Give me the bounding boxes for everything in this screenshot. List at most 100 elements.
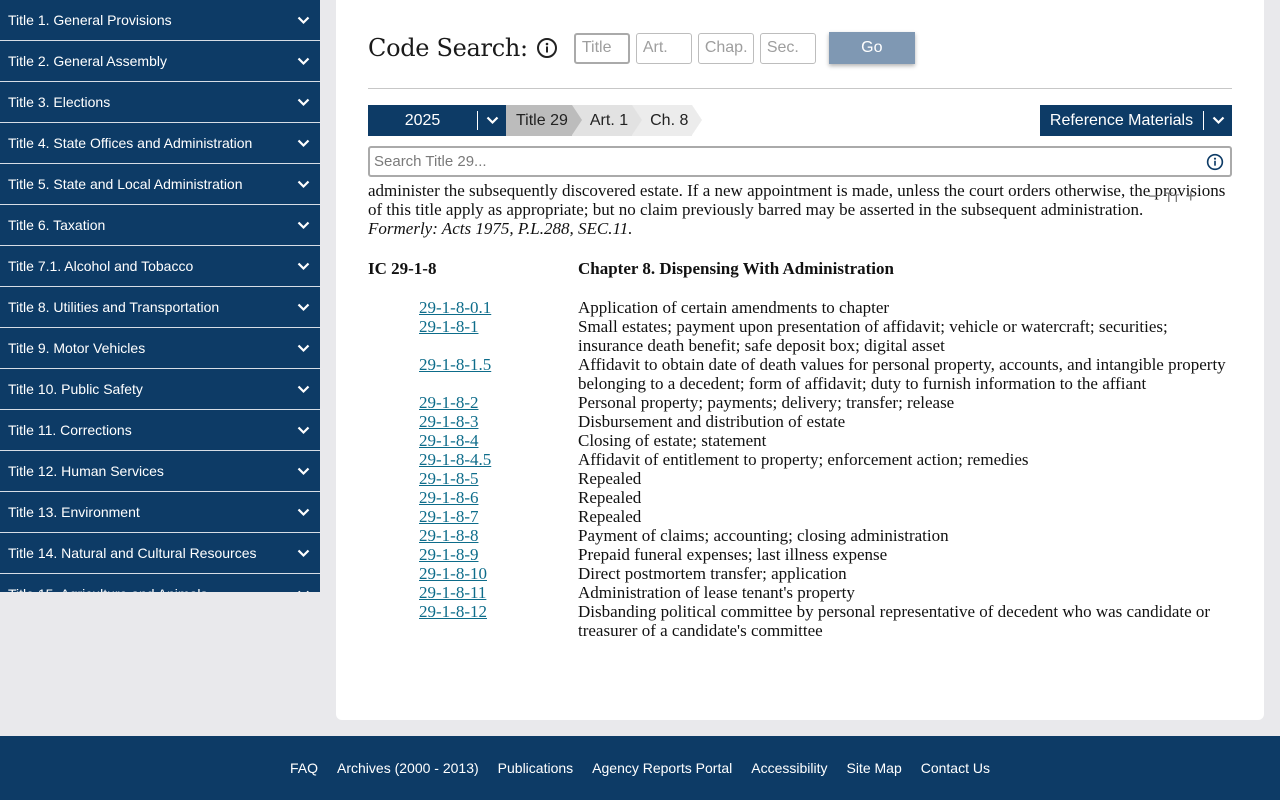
sidebar-item-title[interactable]: Title 15. Agriculture and Animals: [0, 574, 320, 592]
info-icon[interactable]: [1206, 153, 1224, 171]
sidebar-item-label: Title 15. Agriculture and Animals: [8, 586, 207, 592]
section-number-cell: 29-1-8-3: [368, 412, 578, 431]
sidebar-item-title[interactable]: Title 12. Human Services: [0, 451, 320, 492]
section-description: Application of certain amendments to cha…: [578, 298, 890, 317]
footer-link[interactable]: Publications: [498, 760, 574, 776]
footer-link[interactable]: Accessibility: [751, 760, 827, 776]
sidebar-item-label: Title 5. State and Local Administration: [8, 176, 243, 192]
section-description: Affidavit of entitlement to property; en…: [578, 450, 1029, 469]
sidebar-item-label: Title 11. Corrections: [8, 422, 132, 438]
section-link[interactable]: 29-1-8-4.5: [419, 450, 491, 469]
section-number-input[interactable]: [759, 32, 816, 64]
section-link[interactable]: 29-1-8-3: [419, 412, 478, 431]
section-link[interactable]: 29-1-8-7: [419, 507, 478, 526]
section-link[interactable]: 29-1-8-9: [419, 545, 478, 564]
section-number-cell: 29-1-8-5: [368, 469, 578, 488]
sidebar-item-title[interactable]: Title 13. Environment: [0, 492, 320, 533]
sidebar-item-title[interactable]: Title 4. State Offices and Administratio…: [0, 123, 320, 164]
section-link[interactable]: 29-1-8-5: [419, 469, 478, 488]
section-link[interactable]: 29-1-8-0.1: [419, 298, 491, 317]
divider: [368, 88, 1232, 89]
footer-link[interactable]: Agency Reports Portal: [592, 760, 732, 776]
section-row: 29-1-8-0.1 Application of certain amendme…: [368, 298, 1232, 317]
reference-materials-label: Reference Materials: [1049, 111, 1194, 129]
section-link[interactable]: 29-1-8-2: [419, 393, 478, 412]
section-row: 29-1-8-12 Disbanding political committee …: [368, 602, 1232, 640]
section-description: Disbanding political committee by person…: [578, 602, 1211, 640]
sidebar-item-title[interactable]: Title 6. Taxation: [0, 205, 320, 246]
section-description: Direct postmortem transfer; application: [578, 564, 847, 583]
code-search-bar: Code Search: Go: [368, 32, 915, 64]
sidebar-item-label: Title 14. Natural and Cultural Resources: [8, 545, 257, 561]
chapter-title: Chapter 8. Dispensing With Administratio…: [578, 259, 894, 278]
section-link[interactable]: 29-1-8-12: [419, 602, 487, 621]
sidebar-item-label: Title 10. Public Safety: [8, 381, 143, 397]
sidebar-item-title[interactable]: Title 7.1. Alcohol and Tobacco: [0, 246, 320, 287]
section-row: 29-1-8-8 Payment of claims; accounting; c…: [368, 526, 1232, 545]
info-icon[interactable]: [536, 37, 558, 59]
section-row: 29-1-8-7 Repealed: [368, 507, 1232, 526]
increase-font-icon[interactable]: +: [1185, 186, 1196, 207]
formerly-note: Formerly: Acts 1975, P.L.288, SEC.11.: [368, 219, 633, 238]
section-number-cell: 29-1-8-6: [368, 488, 578, 507]
article-number-input[interactable]: [635, 32, 692, 64]
section-number-cell: 29-1-8-1: [368, 317, 578, 355]
section-row: 29-1-8-1 Small estates; payment upon pres…: [368, 317, 1232, 355]
sidebar-item-title[interactable]: Title 14. Natural and Cultural Resources: [0, 533, 320, 574]
chevron-down-icon: [296, 259, 310, 273]
section-link[interactable]: 29-1-8-8: [419, 526, 478, 545]
chapter-code: IC 29-1-8: [368, 259, 437, 278]
title-number-input[interactable]: [573, 32, 630, 64]
section-description: Small estates; payment upon presentation…: [578, 317, 1168, 355]
sidebar-item-title[interactable]: Title 10. Public Safety: [0, 369, 320, 410]
section-description: Repealed: [578, 469, 642, 488]
section-number-cell: 29-1-8-0.1: [368, 298, 578, 317]
footer-link[interactable]: Archives (2000 - 2013): [337, 760, 479, 776]
sidebar-item-title[interactable]: Title 8. Utilities and Transportation: [0, 287, 320, 328]
sidebar-item-title[interactable]: Title 1. General Provisions: [0, 0, 320, 41]
section-link[interactable]: 29-1-8-1.5: [419, 355, 491, 374]
section-row: 29-1-8-2 Personal property; payments; del…: [368, 393, 1232, 412]
section-link[interactable]: 29-1-8-10: [419, 564, 487, 583]
section-link[interactable]: 29-1-8-4: [419, 431, 478, 450]
sidebar-item-title[interactable]: Title 9. Motor Vehicles: [0, 328, 320, 369]
sidebar-item-label: Title 12. Human Services: [8, 463, 164, 479]
section-link[interactable]: 29-1-8-6: [419, 488, 478, 507]
section-description: Repealed: [578, 488, 642, 507]
section-link[interactable]: 29-1-8-1: [419, 317, 478, 336]
sidebar-item-title[interactable]: Title 3. Elections: [0, 82, 320, 123]
statute-document: administer the subsequently discovered e…: [368, 179, 1232, 699]
go-button[interactable]: Go: [828, 32, 915, 64]
footer-link[interactable]: Contact Us: [921, 760, 990, 776]
section-row: 29-1-8-11 Administration of lease tenant'…: [368, 583, 1232, 602]
sidebar-item-title[interactable]: Title 2. General Assembly: [0, 41, 320, 82]
section-row: 29-1-8-1.5 Affidavit to obtain date of de…: [368, 355, 1232, 393]
footer-link[interactable]: Site Map: [846, 760, 901, 776]
code-search-label: Code Search:: [368, 34, 528, 62]
section-number-cell: 29-1-8-2: [368, 393, 578, 412]
decrease-font-icon[interactable]: −: [1148, 186, 1159, 207]
sidebar-item-label: Title 9. Motor Vehicles: [8, 340, 146, 356]
title-search-input[interactable]: [374, 153, 1206, 170]
text-size-icon: Tт: [1164, 188, 1180, 205]
title-list: Title 1. General Provisions Title 2. Gene…: [0, 0, 320, 592]
breadcrumb: 2025 Title 29 Art. 1 Ch. 8: [368, 105, 703, 136]
sidebar-item-title[interactable]: Title 11. Corrections: [0, 410, 320, 451]
chevron-down-icon: [296, 587, 310, 592]
chevron-down-icon: [296, 300, 310, 314]
chapter-number-input[interactable]: [697, 32, 754, 64]
intro-paragraph: administer the subsequently discovered e…: [368, 181, 1226, 219]
section-description: Affidavit to obtain date of death values…: [578, 355, 1226, 393]
sidebar-item-title[interactable]: Title 5. State and Local Administration: [0, 164, 320, 205]
section-number-cell: 29-1-8-9: [368, 545, 578, 564]
chevron-down-icon: [296, 464, 310, 478]
section-number-cell: 29-1-8-4.5: [368, 450, 578, 469]
breadcrumb-title[interactable]: Title 29: [506, 105, 582, 136]
section-row: 29-1-8-6 Repealed: [368, 488, 1232, 507]
chevron-down-icon: [296, 505, 310, 519]
reference-materials-dropdown[interactable]: Reference Materials: [1040, 105, 1232, 136]
section-number-cell: 29-1-8-1.5: [368, 355, 578, 393]
footer-link[interactable]: FAQ: [290, 760, 318, 776]
year-select[interactable]: 2025: [368, 105, 506, 136]
section-link[interactable]: 29-1-8-11: [419, 583, 486, 602]
